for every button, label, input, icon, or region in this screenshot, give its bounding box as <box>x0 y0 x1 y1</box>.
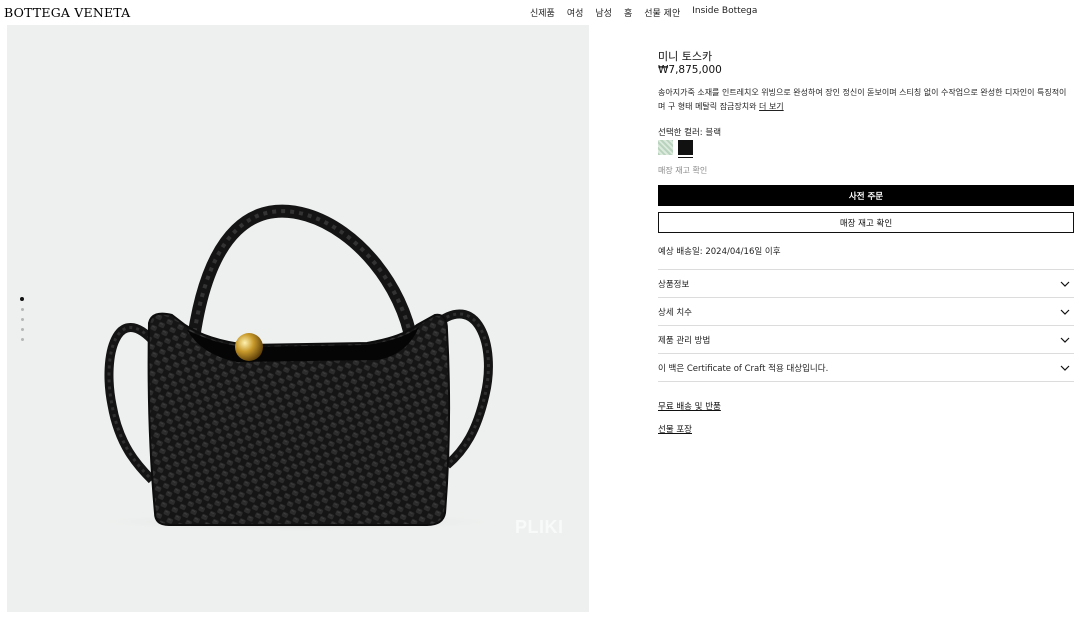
check-store-stock-button[interactable]: 매장 재고 확인 <box>658 212 1074 233</box>
chevron-down-icon <box>1060 309 1070 315</box>
color-swatches <box>658 140 698 158</box>
chevron-down-icon <box>1060 365 1070 371</box>
gallery-dot[interactable] <box>20 308 24 311</box>
free-shipping-returns-link[interactable]: 무료 배송 및 반품 <box>658 400 721 412</box>
gallery-dot[interactable] <box>20 297 24 301</box>
accordion-dimensions[interactable]: 상세 치수 <box>658 298 1074 326</box>
selected-color-label: 선택한 컬러: 블랙 <box>658 128 722 138</box>
accordion-product-info[interactable]: 상품정보 <box>658 270 1074 298</box>
store-stock-note: 매장 재고 확인 <box>658 166 708 175</box>
gallery-dot[interactable] <box>20 328 24 331</box>
watermark: PLIKI <box>515 517 564 537</box>
main-nav: 신제품 여성 남성 홈 선물 제안 Inside Bottega <box>530 6 769 19</box>
product-price: ₩7,875,000 <box>658 64 722 76</box>
gallery-dot[interactable] <box>20 338 24 341</box>
brand-logo[interactable]: BOTTEGA VENETA <box>4 5 130 20</box>
nav-item-men[interactable]: 남성 <box>595 6 612 19</box>
nav-item-new[interactable]: 신제품 <box>530 6 555 19</box>
swatch-green[interactable] <box>658 140 673 155</box>
nav-item-home[interactable]: 홈 <box>624 6 632 19</box>
accordion-certificate[interactable]: 이 백은 Certificate of Craft 적용 대상입니다. <box>658 354 1074 382</box>
nav-item-women[interactable]: 여성 <box>567 6 584 19</box>
gallery-dot[interactable] <box>20 318 24 321</box>
accordion-care[interactable]: 제품 관리 방법 <box>658 326 1074 354</box>
accordion-label: 상세 치수 <box>658 307 692 318</box>
nav-item-inside-bottega[interactable]: Inside Bottega <box>692 6 757 19</box>
chevron-down-icon <box>1060 281 1070 287</box>
chevron-down-icon <box>1060 337 1070 343</box>
preorder-button[interactable]: 사전 주문 <box>658 185 1074 206</box>
product-image <box>87 204 507 532</box>
swatch-black[interactable] <box>678 140 693 158</box>
nav-item-gifts[interactable]: 선물 제안 <box>644 6 680 19</box>
accordion-label: 제품 관리 방법 <box>658 335 711 346</box>
product-image-gallery[interactable]: PLIKI <box>7 25 589 612</box>
estimated-shipping: 예상 배송일: 2024/04/16일 이후 <box>658 247 781 257</box>
product-accordion: 상품정보 상세 치수 제품 관리 방법 이 백은 Certificate of … <box>658 269 1074 382</box>
site-header: BOTTEGA VENETA 신제품 여성 남성 홈 선물 제안 Inside … <box>0 0 1080 24</box>
accordion-label: 상품정보 <box>658 279 690 290</box>
description-text: 송아지가죽 소재를 인트레치오 위빙으로 완성하여 장인 정신이 돋보이며 스티… <box>658 88 1067 111</box>
gift-wrap-link[interactable]: 선물 포장 <box>658 423 692 435</box>
read-more-link[interactable]: 더 보기 <box>759 102 784 111</box>
gallery-pagination <box>20 297 24 348</box>
accordion-label: 이 백은 Certificate of Craft 적용 대상입니다. <box>658 363 829 374</box>
product-description: 송아지가죽 소재를 인트레치오 위빙으로 완성하여 장인 정신이 돋보이며 스티… <box>658 86 1070 114</box>
product-title: 미니 토스카 <box>658 50 713 63</box>
